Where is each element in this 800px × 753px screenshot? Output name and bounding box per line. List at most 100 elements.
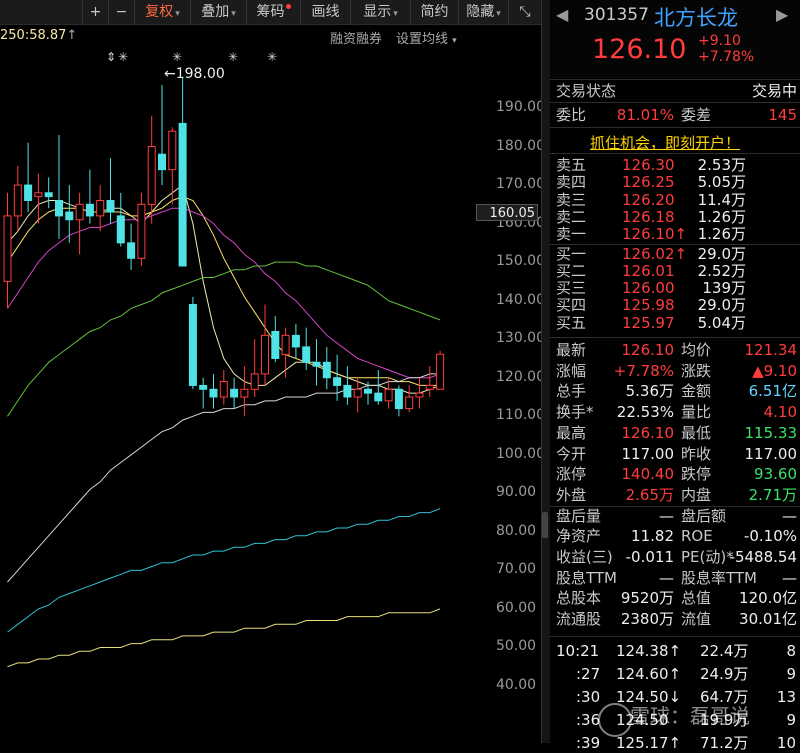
candle-body bbox=[322, 361, 331, 379]
stat-label: 昨收 bbox=[681, 444, 712, 463]
last-price: 126.10 bbox=[592, 34, 687, 65]
collapse-handle[interactable] bbox=[542, 512, 548, 538]
order-volume: 29.0万 bbox=[697, 296, 746, 315]
stat-label: 涨跌 bbox=[681, 361, 712, 380]
order-level-label: 买一 bbox=[556, 244, 587, 263]
y-tick-label: 180.00 bbox=[496, 137, 545, 154]
candle-body bbox=[271, 330, 280, 359]
candle-body bbox=[333, 377, 342, 386]
stat-value: 11.82 bbox=[631, 527, 674, 546]
toolbar-button-3[interactable]: 叠加 ▾ bbox=[190, 0, 246, 24]
tick-count: 13 bbox=[776, 688, 796, 706]
stats-row: 最新 126.10 均价 121.34 bbox=[550, 340, 800, 360]
tick-time: 10:21 bbox=[556, 642, 600, 660]
order-book-row[interactable]: 买四 125.98 29.0万 bbox=[550, 297, 800, 314]
order-volume: 29.0万 bbox=[697, 244, 746, 263]
toolbar-button-1[interactable]: − bbox=[108, 0, 134, 24]
crosshair-price-marker: 160.05 bbox=[476, 204, 538, 221]
candle-body bbox=[24, 184, 33, 201]
weicha-value: 145 bbox=[768, 106, 797, 124]
stat-label: PE(动)* bbox=[681, 548, 734, 566]
stat-value: 6.51亿 bbox=[748, 382, 797, 401]
candle-body bbox=[158, 153, 166, 171]
stat-value: — bbox=[659, 506, 674, 525]
candle-body bbox=[147, 146, 156, 205]
order-book-row[interactable]: 卖一 126.10↑ 1.26万 bbox=[550, 226, 800, 243]
tick-volume: 71.2万 bbox=[700, 734, 749, 752]
set-ma-button[interactable]: 设置均线 ▾ bbox=[396, 28, 457, 47]
stat-value: — bbox=[782, 506, 797, 525]
tick-volume: 24.9万 bbox=[700, 665, 749, 683]
order-price: 126.25 bbox=[622, 173, 675, 192]
stock-name[interactable]: 北方长龙 bbox=[654, 2, 738, 32]
toolbar-button-2[interactable]: 复权 ▾ bbox=[134, 0, 190, 24]
tick-time: :27 bbox=[576, 665, 601, 683]
toolbar-button-9[interactable]: ⤡ bbox=[508, 0, 541, 24]
weibi-value: 81.01% bbox=[616, 106, 674, 124]
toolbar-button-8[interactable]: 隐藏 ▾ bbox=[458, 0, 508, 24]
stat-value: ▲9.10 bbox=[752, 361, 797, 380]
candle-body bbox=[34, 192, 43, 198]
weibi-row: 委比 81.01% 委差 145 bbox=[550, 105, 800, 125]
quote-panel: ◀ 301357 北方长龙 ▶ 126.10 +9.10 +7.78% 交易状态… bbox=[550, 0, 800, 752]
order-level-label: 卖三 bbox=[556, 190, 587, 209]
change-amount: +9.10 bbox=[698, 33, 741, 49]
kline-chart[interactable]: + − 复权 ▾ 叠加 ▾ 筹码 画线 显示 ▾ 简约 隐藏 ▾ ⤡ 250:58.87↑ 融资融券 设置… bbox=[0, 0, 545, 743]
toolbar-label: + bbox=[89, 4, 102, 20]
candle-body bbox=[127, 242, 136, 259]
stat-label: 金额 bbox=[681, 382, 712, 401]
tick-row: :39 125.17↑ 71.2万 10 bbox=[550, 733, 800, 753]
y-tick-label: 40.00 bbox=[496, 677, 537, 693]
stat-label: 跌停 bbox=[681, 465, 712, 484]
stat-value: 9520万 bbox=[620, 589, 674, 608]
order-price: 126.01 bbox=[622, 261, 675, 280]
stat-label: 总值 bbox=[681, 589, 712, 608]
kline-plot[interactable] bbox=[0, 0, 541, 743]
margin-trading-link[interactable]: 融资融券 bbox=[330, 28, 382, 47]
next-stock-icon[interactable]: ▶ bbox=[776, 5, 788, 24]
change-percent: +7.78% bbox=[698, 49, 755, 65]
stat-value: 93.60 bbox=[754, 465, 797, 484]
moving-average-line bbox=[7, 207, 441, 379]
order-volume: 2.53万 bbox=[697, 156, 746, 174]
order-book-row[interactable]: 卖五 126.30 2.53万 bbox=[550, 157, 800, 174]
candle-body bbox=[364, 388, 372, 394]
candle-body bbox=[188, 304, 197, 386]
toolbar-button-6[interactable]: 显示 ▾ bbox=[350, 0, 410, 24]
toolbar-button-0[interactable]: + bbox=[82, 0, 108, 24]
stat-value: 140.40 bbox=[621, 465, 675, 484]
toolbar-button-5[interactable]: 画线 bbox=[300, 0, 350, 24]
candle-body bbox=[96, 199, 105, 217]
prev-stock-icon[interactable]: ◀ bbox=[556, 5, 568, 24]
event-marker-icon: ✳ bbox=[228, 50, 239, 64]
y-tick-label: 190.00 bbox=[496, 99, 545, 115]
candle-body bbox=[13, 184, 22, 217]
order-book-row[interactable]: 卖二 126.18 1.26万 bbox=[550, 208, 800, 226]
order-level-label: 买四 bbox=[556, 296, 587, 315]
stat-label: 最低 bbox=[681, 423, 712, 442]
open-account-link[interactable]: 抓住机会，即刻开户！ bbox=[590, 132, 740, 153]
y-tick-label: 130.00 bbox=[496, 330, 545, 347]
order-book-row[interactable]: 买二 126.01 2.52万 bbox=[550, 261, 800, 280]
toolbar-button-7[interactable]: 简约 bbox=[410, 0, 458, 24]
order-book-row[interactable]: 卖三 126.20 11.4万 bbox=[550, 190, 800, 209]
order-book-row[interactable]: 买五 125.97 5.04万 bbox=[550, 314, 800, 332]
y-tick-label: 100.00 bbox=[496, 445, 545, 462]
order-volume: 5.05万 bbox=[697, 173, 746, 192]
stat-label: 总手 bbox=[556, 382, 587, 401]
stat-value: -5488.54 bbox=[729, 548, 797, 566]
toolbar-button-4[interactable]: 筹码 bbox=[246, 0, 300, 24]
order-book-row[interactable]: 买三 126.00 139万 bbox=[550, 280, 800, 297]
stat-value: 117.00 bbox=[621, 444, 675, 463]
candle-body bbox=[168, 130, 177, 171]
order-book-row[interactable]: 买一 126.02↑ 29.0万 bbox=[550, 244, 800, 263]
y-tick-label: 70.00 bbox=[496, 561, 537, 578]
stat-label: 盘后量 bbox=[556, 506, 602, 525]
stat-value: 22.53% bbox=[616, 403, 674, 422]
order-volume: 139万 bbox=[702, 279, 746, 298]
candle-body bbox=[240, 388, 249, 398]
candle-body bbox=[405, 396, 414, 410]
toolbar-label: 画线 bbox=[311, 4, 340, 20]
order-book-row[interactable]: 卖四 126.25 5.05万 bbox=[550, 174, 800, 191]
candle-body bbox=[343, 384, 352, 398]
